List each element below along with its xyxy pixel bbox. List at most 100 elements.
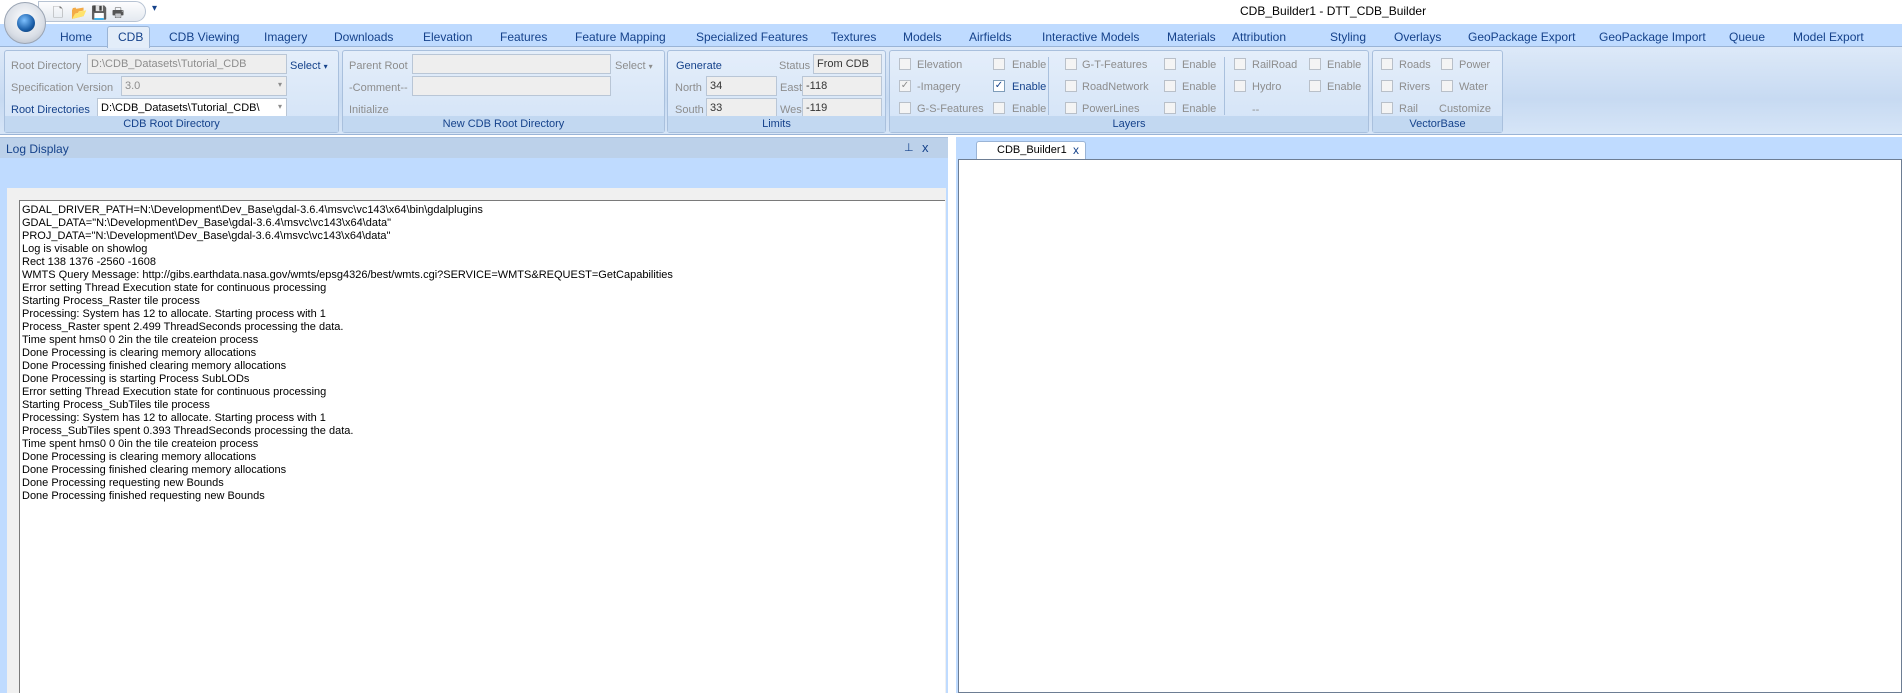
tab-home[interactable]: Home [60, 30, 92, 44]
log-line: PROJ_DATA="N:\Development\Dev_Base\gdal-… [22, 230, 391, 242]
log-line: Starting Process_SubTiles tile process [22, 399, 210, 411]
elevation-enable-label: Enable [1012, 59, 1047, 71]
tab-queue[interactable]: Queue [1729, 30, 1765, 44]
roads-checkbox[interactable] [1381, 58, 1393, 70]
g-s-features-enable-label: Enable [1012, 103, 1047, 115]
group-title: CDB Root Directory [5, 116, 338, 132]
roadnetwork-checkbox[interactable] [1065, 80, 1077, 92]
tab-models[interactable]: Models [903, 30, 942, 44]
railroad-checkbox[interactable] [1234, 58, 1246, 70]
document-canvas[interactable] [958, 159, 1902, 693]
document-area: CDB_Builder1 x [956, 137, 1902, 693]
log-line: Done Processing is starting Process SubL… [22, 373, 250, 385]
tab-materials[interactable]: Materials [1167, 30, 1216, 44]
log-display-panel: Log Display ⊥ x GDAL_DRIVER_PATH=N:\Deve… [0, 137, 948, 693]
log-line: Process_Raster spent 2.499 ThreadSeconds… [22, 321, 344, 333]
power-label: Power [1459, 59, 1491, 71]
log-line: Processing: System has 12 to allocate. S… [22, 308, 326, 320]
east-input[interactable]: -118 [802, 76, 882, 96]
tab-model-export[interactable]: Model Export [1793, 30, 1864, 44]
rail-checkbox[interactable] [1381, 102, 1393, 114]
root-directories-select[interactable]: D:\CDB_Datasets\Tutorial_CDB\ ▾ [97, 98, 287, 118]
g-t-features-enable-label: Enable [1182, 59, 1217, 71]
west-input[interactable]: -119 [802, 98, 882, 118]
save-icon[interactable]: 💾 [91, 5, 107, 20]
power-checkbox[interactable] [1441, 58, 1453, 70]
root-directory-input[interactable]: D:\CDB_Datasets\Tutorial_CDB [87, 54, 287, 74]
tab-attribution[interactable]: Attribution [1232, 30, 1286, 44]
chevron-down-icon: ▾ [323, 62, 328, 71]
south-input[interactable]: 33 [706, 98, 777, 118]
tab-features[interactable]: Features [500, 30, 547, 44]
open-folder-icon[interactable]: 📂 [71, 5, 87, 20]
water-checkbox[interactable] [1441, 80, 1453, 92]
tab-cdb[interactable]: CDB [118, 30, 143, 44]
close-icon[interactable]: x [922, 140, 929, 155]
log-line: Time spent hms0 0 2in the tile createion… [22, 334, 259, 346]
log-line: Starting Process_Raster tile process [22, 295, 200, 307]
divider [1224, 57, 1225, 115]
g-s-features-checkbox[interactable] [899, 102, 911, 114]
tab-styling[interactable]: Styling [1330, 30, 1366, 44]
imagery-enable-checkbox[interactable]: ✓ [993, 80, 1005, 92]
pin-icon[interactable]: ⊥ [904, 141, 914, 154]
tab-feature-mapping[interactable]: Feature Mapping [575, 30, 666, 44]
roadnetwork-enable-checkbox[interactable] [1164, 80, 1176, 92]
root-directories-label: Root Directories [11, 104, 90, 116]
customize-toolbar-icon[interactable]: ▾ [152, 3, 157, 14]
new-file-icon[interactable]: 🗋 [51, 5, 65, 20]
g-s-features-enable-checkbox[interactable] [993, 102, 1005, 114]
powerlines-checkbox[interactable] [1065, 102, 1077, 114]
elevation-checkbox[interactable] [899, 58, 911, 70]
tab-downloads[interactable]: Downloads [334, 30, 393, 44]
hydro-checkbox[interactable] [1234, 80, 1246, 92]
print-icon[interactable]: 🖶 [111, 5, 125, 20]
parent-root-label: Parent Root [349, 60, 408, 72]
comment-input[interactable] [412, 76, 611, 96]
generate-button[interactable]: Generate [676, 59, 722, 73]
tab-textures[interactable]: Textures [831, 30, 876, 44]
group-new-cdb-root-directory: Parent Root Select ▾ -Comment-- Initiali… [342, 50, 665, 133]
powerlines-enable-label: Enable [1182, 103, 1217, 115]
g-t-features-enable-checkbox[interactable] [1164, 58, 1176, 70]
elevation-enable-checkbox[interactable] [993, 58, 1005, 70]
g-t-features-label: G-T-Features [1082, 59, 1148, 71]
log-line: Error setting Thread Execution state for… [22, 282, 327, 294]
g-t-features-checkbox[interactable] [1065, 58, 1077, 70]
parent-root-input[interactable] [412, 54, 611, 74]
group-title: Limits [668, 116, 885, 132]
elevation-label: Elevation [917, 59, 963, 71]
powerlines-enable-checkbox[interactable] [1164, 102, 1176, 114]
document-tab[interactable]: CDB_Builder1 x [976, 141, 1086, 159]
hydro-enable-checkbox[interactable] [1309, 80, 1321, 92]
spec-version-select[interactable]: 3.0 ▾ [121, 76, 287, 96]
tab-specialized-features[interactable]: Specialized Features [696, 30, 808, 44]
application-menu-button[interactable] [4, 2, 46, 44]
north-label: North [675, 82, 702, 94]
rivers-label: Rivers [1399, 81, 1431, 93]
initialize-button[interactable]: Initialize [349, 103, 389, 117]
log-text-area[interactable]: GDAL_DRIVER_PATH=N:\Development\Dev_Base… [19, 200, 945, 693]
root-directories-value: D:\CDB_Datasets\Tutorial_CDB\ [101, 102, 260, 114]
tab-elevation[interactable]: Elevation [423, 30, 472, 44]
railroad-enable-checkbox[interactable] [1309, 58, 1321, 70]
tab-interactive-models[interactable]: Interactive Models [1042, 30, 1139, 44]
group-title: Layers [890, 116, 1368, 132]
tab-geopackage-export[interactable]: GeoPackage Export [1468, 30, 1575, 44]
customize-button[interactable]: Customize [1439, 102, 1491, 116]
rivers-checkbox[interactable] [1381, 80, 1393, 92]
close-tab-icon[interactable]: x [1073, 143, 1079, 157]
group-cdb-root-directory: Root Directory D:\CDB_Datasets\Tutorial_… [4, 50, 339, 133]
water-label: Water [1459, 81, 1488, 93]
tab-overlays[interactable]: Overlays [1394, 30, 1441, 44]
imagery-checkbox[interactable]: ✓ [899, 80, 911, 92]
tab-geopackage-import[interactable]: GeoPackage Import [1599, 30, 1706, 44]
tab-imagery[interactable]: Imagery [264, 30, 307, 44]
select-button[interactable]: Select ▾ [290, 59, 328, 74]
tab-cdb-viewing[interactable]: CDB Viewing [169, 30, 239, 44]
north-input[interactable]: 34 [706, 76, 777, 96]
select-button[interactable]: Select ▾ [615, 59, 653, 74]
tab-airfields[interactable]: Airfields [969, 30, 1012, 44]
group-title: VectorBase [1373, 116, 1502, 132]
document-tab-label: CDB_Builder1 [997, 144, 1067, 156]
